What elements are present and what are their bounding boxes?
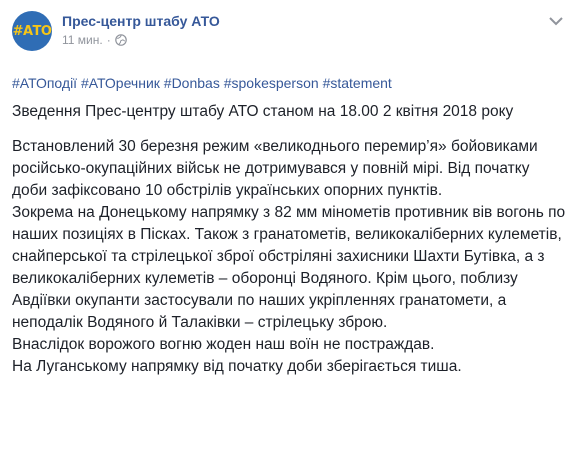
globe-icon [114,34,127,46]
hashtag-link[interactable]: #АТОречник [81,75,160,91]
hashtag-link[interactable]: #spokesperson [224,75,319,91]
post-body: Зведення Прес-центру штабу АТО станом на… [12,101,566,378]
chevron-down-icon[interactable] [548,15,564,27]
hashtag-link[interactable]: #АТОподії [12,75,77,91]
post-paragraph: Зокрема на Донецькому напрямку з 82 мм м… [12,204,566,331]
hashtag-link[interactable]: #statement [323,75,392,91]
post-paragraph: Встановлений 30 березня режим «великоднь… [12,138,538,199]
page-name-link[interactable]: Прес-центр штабу АТО [62,13,220,29]
facebook-post: #АТО Прес-центр штабу АТО 11 мин. · #АТО… [0,0,578,474]
hashtag-link[interactable]: #Donbas [164,75,220,91]
post-paragraph: Внаслідок ворожого вогню жоден наш воїн … [12,336,435,353]
post-timestamp[interactable]: 11 мин. [62,33,103,47]
post-title-paragraph: Зведення Прес-центру штабу АТО станом на… [12,103,514,120]
hashtag-list: #АТОподії #АТОречник #Donbas #spokespers… [12,73,566,93]
post-paragraph: На Луганському напрямку від початку доби… [12,358,462,375]
meta-separator: · [106,33,111,47]
post-header: #АТО Прес-центр штабу АТО 11 мин. · [12,11,566,61]
post-meta: 11 мин. · [62,33,127,47]
avatar-logo-text: #АТО [12,23,52,39]
avatar[interactable]: #АТО [12,11,52,51]
